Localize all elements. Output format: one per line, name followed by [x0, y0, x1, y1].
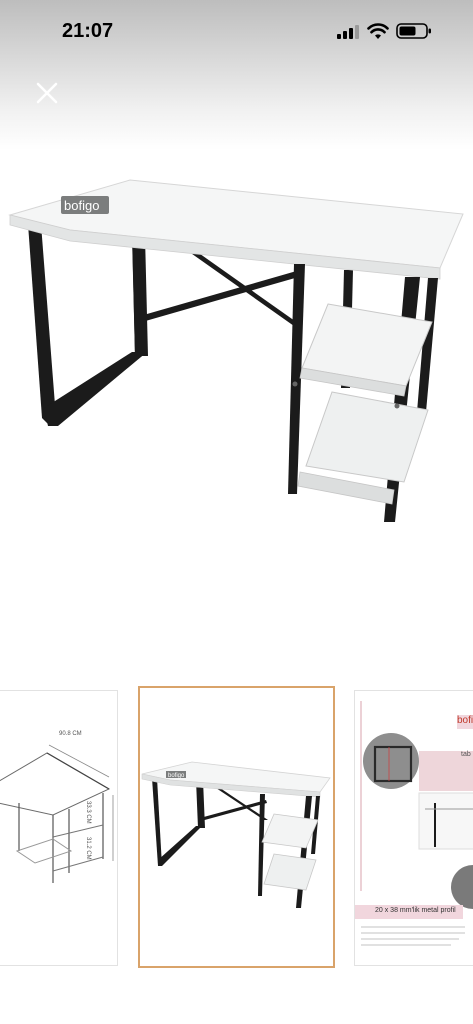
thumbnail-dimensions[interactable]: 90.8 CM 33.3 CM 31.2 CM	[0, 690, 118, 966]
status-time: 21:07	[62, 20, 114, 42]
dimension-width-label: 90.8 CM	[59, 731, 82, 737]
dimension-height-top-label: 33.3 CM	[85, 801, 91, 824]
cellular-signal-icon	[337, 25, 359, 39]
desk-drawing	[8, 179, 464, 522]
battery-icon	[396, 23, 431, 39]
wifi-icon	[367, 23, 389, 39]
detail-caption: 20 x 38 mm'lik metal profil	[375, 907, 456, 914]
detail-collage	[355, 701, 473, 946]
desk-product-image[interactable]: bofigo	[0, 150, 473, 670]
dimension-height-bottom-label: 31.2 CM	[85, 837, 91, 860]
brand-tag: bofigo	[61, 196, 109, 214]
thumbnail-desk-selected[interactable]: bofigo	[138, 686, 335, 968]
thumbnail-brand-label: bofigo	[168, 773, 185, 779]
thumbnail-desk-drawing: bofigo	[141, 761, 331, 908]
close-icon[interactable]	[34, 80, 60, 106]
brand-label: bofigo	[64, 198, 99, 213]
detail-brand-label: bofi	[457, 715, 473, 726]
thumbnail-details[interactable]: bofi tab 20 x 38 mm'lik metal profil	[354, 690, 473, 966]
detail-tab-label: tab	[461, 751, 471, 758]
thumbnail-strip: 90.8 CM 33.3 CM 31.2 CM bofigo bofi tab …	[0, 686, 473, 968]
status-bar: 21:07	[0, 0, 473, 60]
